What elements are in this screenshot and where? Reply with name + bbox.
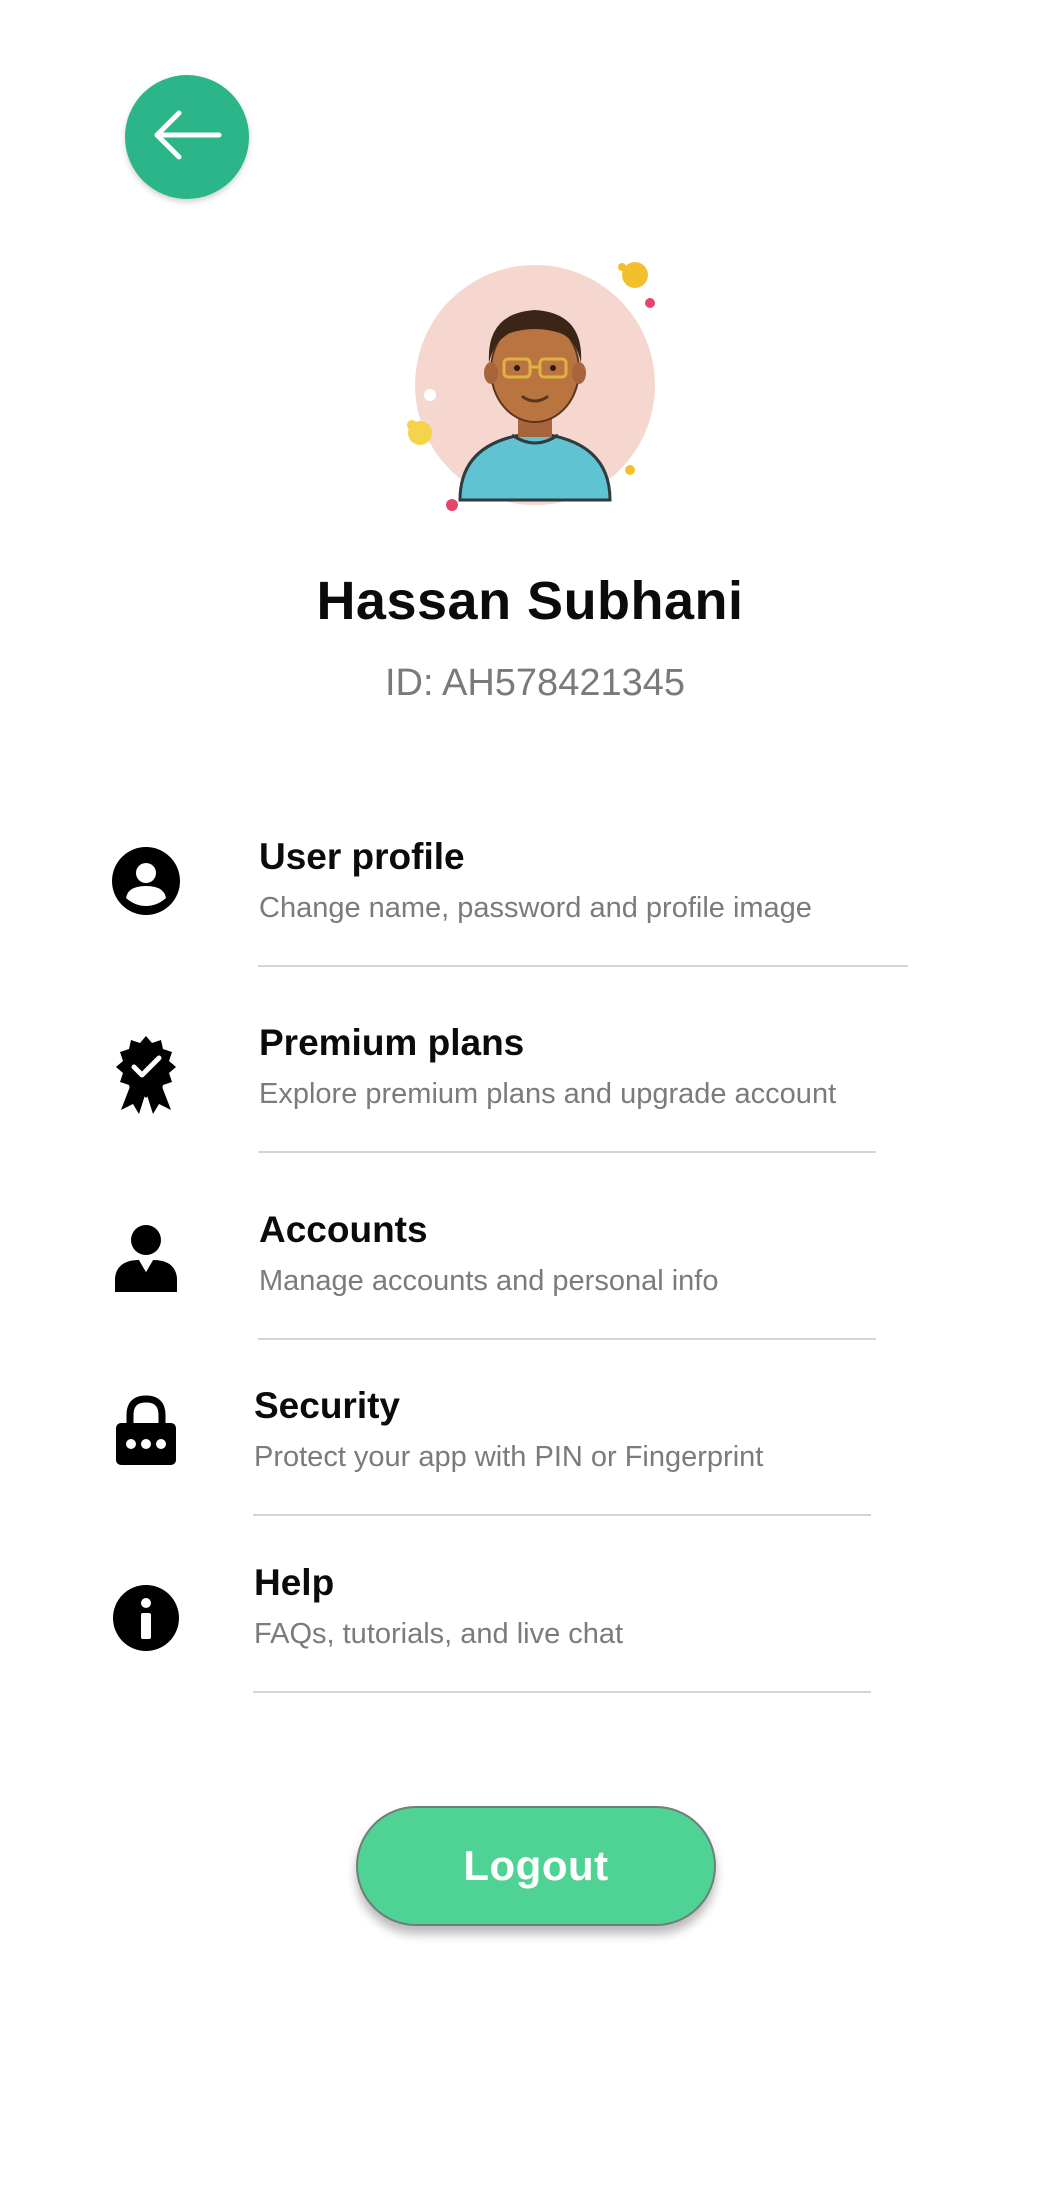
menu-item-title: Accounts <box>259 1209 428 1250</box>
user-circle-icon <box>110 845 182 917</box>
menu-item-title: Help <box>254 1562 335 1603</box>
menu-item-subtitle: Manage accounts and personal info <box>259 1265 719 1297</box>
menu-item-title: Premium plans <box>259 1022 525 1063</box>
person-icon <box>110 1223 182 1295</box>
verified-badge-icon <box>110 1036 182 1114</box>
logout-label: Logout <box>463 1842 609 1889</box>
menu-divider <box>258 1151 876 1153</box>
menu-item-subtitle: Protect your app with PIN or Fingerprint <box>254 1441 764 1473</box>
avatar <box>400 255 670 525</box>
menu-item-subtitle: FAQs, tutorials, and live chat <box>254 1618 624 1650</box>
menu-item-premium-plans[interactable]: Premium plans Explore premium plans and … <box>0 1006 1060 1166</box>
profile-name: Hassan Subhani <box>316 571 744 631</box>
logout-button[interactable]: Logout <box>356 1806 716 1926</box>
menu-divider <box>253 1514 871 1516</box>
menu-item-subtitle: Explore premium plans and upgrade accoun… <box>259 1078 837 1110</box>
menu-divider <box>253 1691 871 1693</box>
menu-divider <box>258 965 908 967</box>
menu-item-title: Security <box>254 1385 401 1426</box>
back-button[interactable] <box>125 75 249 199</box>
menu-item-subtitle: Change name, password and profile image <box>259 892 812 924</box>
menu-item-title: User profile <box>259 836 465 877</box>
menu-item-help[interactable]: Help FAQs, tutorials, and live chat <box>0 1546 1060 1706</box>
menu-item-accounts[interactable]: Accounts Manage accounts and personal in… <box>0 1193 1060 1353</box>
lock-icon <box>110 1394 182 1466</box>
menu-item-security[interactable]: Security Protect your app with PIN or Fi… <box>0 1369 1060 1529</box>
menu-divider <box>258 1338 876 1340</box>
info-icon <box>110 1582 182 1654</box>
menu-item-user-profile[interactable]: User profile Change name, password and p… <box>0 820 1060 980</box>
arrow-left-icon <box>149 107 225 168</box>
profile-id: ID: AH578421345 <box>384 662 685 704</box>
